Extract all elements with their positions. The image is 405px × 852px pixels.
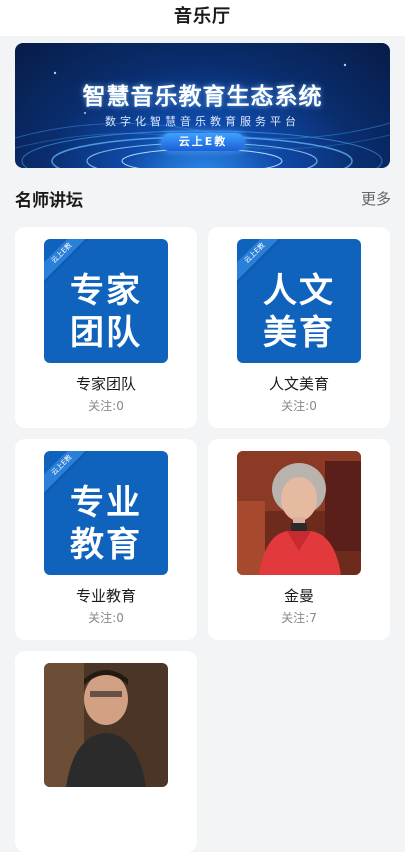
card-follow-count: 关注:0 xyxy=(88,611,124,625)
tile-image: 云上E教 专业 教育 xyxy=(44,451,168,575)
section-title: 名师讲坛 xyxy=(15,191,83,211)
tile-text-line2: 教育 xyxy=(70,525,142,565)
card-follow-count: 关注:7 xyxy=(281,611,317,625)
teacher-card-expert-team[interactable]: 云上E教 专家 团队 专家团队 关注:0 xyxy=(15,227,197,428)
card-name: 人文美育 xyxy=(268,375,329,393)
teacher-card-professional[interactable]: 云上E教 专业 教育 专业教育 关注:0 xyxy=(15,439,197,640)
card-name: 专业教育 xyxy=(75,587,136,605)
card-follow-count: 关注:0 xyxy=(281,399,317,413)
more-link[interactable]: 更多 xyxy=(361,188,391,209)
page-title: 音乐厅 xyxy=(174,6,231,27)
card-follow-count: 关注:0 xyxy=(88,399,124,413)
card-thumbnail: 云上E教 专家 团队 xyxy=(44,239,168,363)
card-thumbnail xyxy=(237,451,361,575)
promo-banner[interactable]: 智慧音乐教育生态系统 数字化智慧音乐教育服务平台 云上E教 xyxy=(15,43,390,168)
teacher-portrait xyxy=(44,663,168,787)
teacher-portrait xyxy=(237,451,361,575)
card-name: 专家团队 xyxy=(75,375,136,393)
tile-image: 云上E教 专家 团队 xyxy=(44,239,168,363)
banner-badge: 云上E教 xyxy=(161,133,245,151)
tile-text-line2: 团队 xyxy=(70,313,142,353)
banner-title: 智慧音乐教育生态系统 xyxy=(82,84,323,110)
tile-image: 云上E教 人文 美育 xyxy=(237,239,361,363)
teacher-card-jinman[interactable]: 金曼 关注:7 xyxy=(208,439,390,640)
card-thumbnail xyxy=(44,663,168,787)
card-thumbnail: 云上E教 专业 教育 xyxy=(44,451,168,575)
banner-subtitle: 数字化智慧音乐教育服务平台 xyxy=(105,115,300,128)
teacher-card-partial[interactable] xyxy=(15,651,197,852)
card-thumbnail: 云上E教 人文 美育 xyxy=(237,239,361,363)
card-name: 金曼 xyxy=(283,587,314,605)
teacher-card-humanities[interactable]: 云上E教 人文 美育 人文美育 关注:0 xyxy=(208,227,390,428)
tile-text-line2: 美育 xyxy=(263,313,335,353)
app-header: 音乐厅 xyxy=(0,0,405,36)
